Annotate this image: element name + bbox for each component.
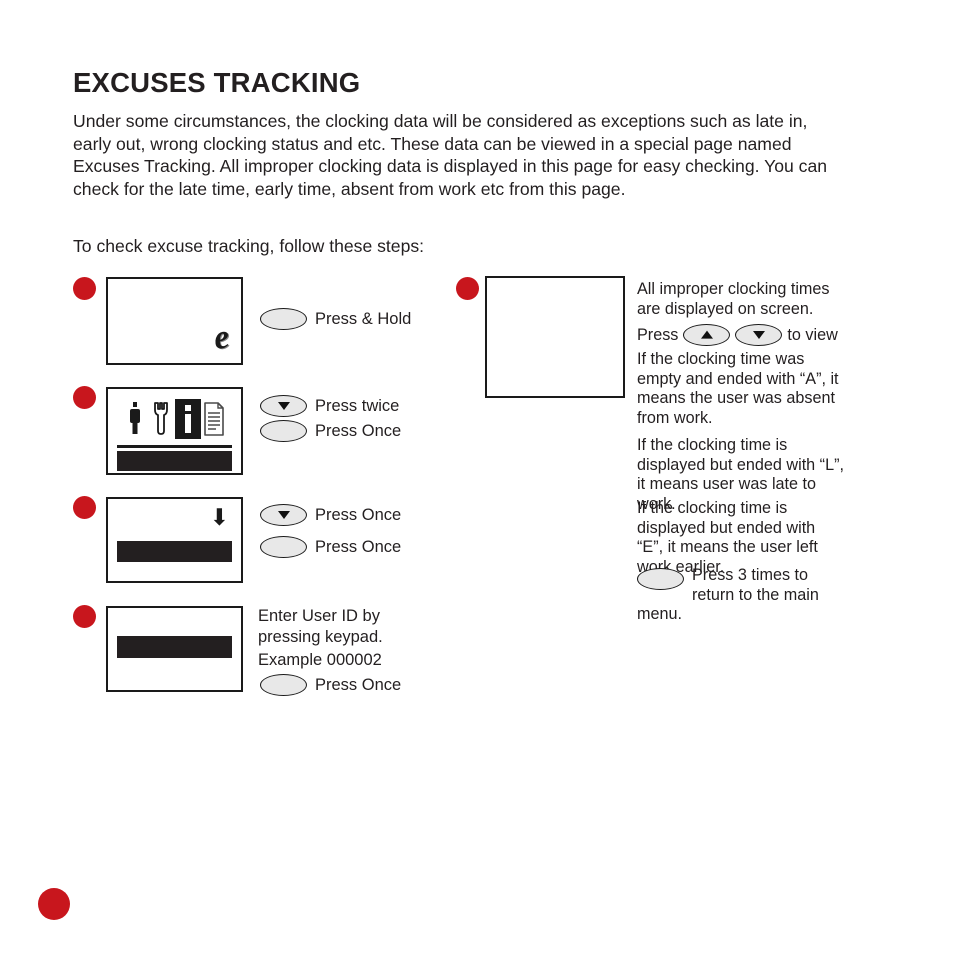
plain-key-icon[interactable] <box>260 308 307 330</box>
steps-lead-in: To check excuse tracking, follow these s… <box>73 236 425 256</box>
plain-key-icon[interactable] <box>260 674 307 696</box>
step-1-key-line-1: Press & Hold <box>260 308 411 330</box>
right-press-view-line: Press to view <box>637 324 838 346</box>
step-4-note-text-2: pressing keypad. <box>258 627 383 646</box>
right-paragraph-2: If the clocking time was empty and ended… <box>637 350 839 427</box>
step-bullet-4 <box>73 605 96 628</box>
logo-e-icon: e <box>211 318 232 357</box>
step-bullet-5 <box>456 277 479 300</box>
step-1-key-label-1: Press & Hold <box>315 309 412 328</box>
intro-paragraph: Under some circumstances, the clocking d… <box>73 111 828 199</box>
step-2-key-line-2: Press Once <box>260 420 401 442</box>
plain-key-icon[interactable] <box>637 568 684 590</box>
device-menu-icon-row <box>118 397 231 441</box>
step-4-note-line-1: Enter User ID by pressing keypad. <box>258 606 438 647</box>
down-arrow-key-icon[interactable] <box>260 504 307 526</box>
step-3-key-label-2: Press Once <box>315 537 402 556</box>
right-press-prefix: Press <box>637 325 679 344</box>
device-screen-5 <box>485 276 625 398</box>
page-title: EXCUSES TRACKING <box>73 67 361 98</box>
screen-divider-rule <box>117 445 232 448</box>
step-4-example: Example 000002 <box>258 651 382 669</box>
plain-key-icon[interactable] <box>260 420 307 442</box>
down-arrow-key-icon[interactable] <box>735 324 783 346</box>
device-screen-1: e <box>106 277 243 365</box>
up-arrow-key-icon[interactable] <box>683 324 731 346</box>
screen-highlight-bar <box>117 451 232 471</box>
step-3-key-label-1: Press Once <box>315 505 402 524</box>
step-3-key-line-2: Press Once <box>260 536 401 558</box>
step-bullet-2 <box>73 386 96 409</box>
step-bullet-1 <box>73 277 96 300</box>
down-arrow-icon: ⬇ <box>209 505 229 531</box>
page-footer-bullet <box>38 888 70 920</box>
step-4-key-line-1: Press Once <box>260 674 401 696</box>
screen-highlight-bar <box>117 636 232 658</box>
right-paragraph-1: All improper clocking times are displaye… <box>637 280 830 318</box>
step-2-key-label-1: Press twice <box>315 396 400 415</box>
document-icon[interactable] <box>201 399 227 439</box>
person-icon[interactable] <box>122 399 148 439</box>
manual-page: EXCUSES TRACKING Under some circumstance… <box>0 0 954 954</box>
right-return-note: Press 3 times to return to the main menu… <box>637 566 852 625</box>
plain-key-icon[interactable] <box>260 536 307 558</box>
down-arrow-key-icon[interactable] <box>260 395 307 417</box>
step-2-key-line-1: Press twice <box>260 395 399 417</box>
device-screen-4 <box>106 606 243 692</box>
device-screen-3: ⬇ <box>106 497 243 583</box>
step-4-key-label-1: Press Once <box>315 675 402 694</box>
device-screen-2 <box>106 387 243 475</box>
step-2-key-label-2: Press Once <box>315 421 402 440</box>
step-4-note-text-1: Enter User ID by <box>258 607 380 625</box>
info-icon[interactable] <box>174 399 201 439</box>
step-bullet-3 <box>73 496 96 519</box>
right-press-suffix: to view <box>787 325 838 344</box>
step-3-key-line-1: Press Once <box>260 504 401 526</box>
wrench-icon[interactable] <box>148 399 174 439</box>
screen-highlight-bar <box>117 541 232 562</box>
